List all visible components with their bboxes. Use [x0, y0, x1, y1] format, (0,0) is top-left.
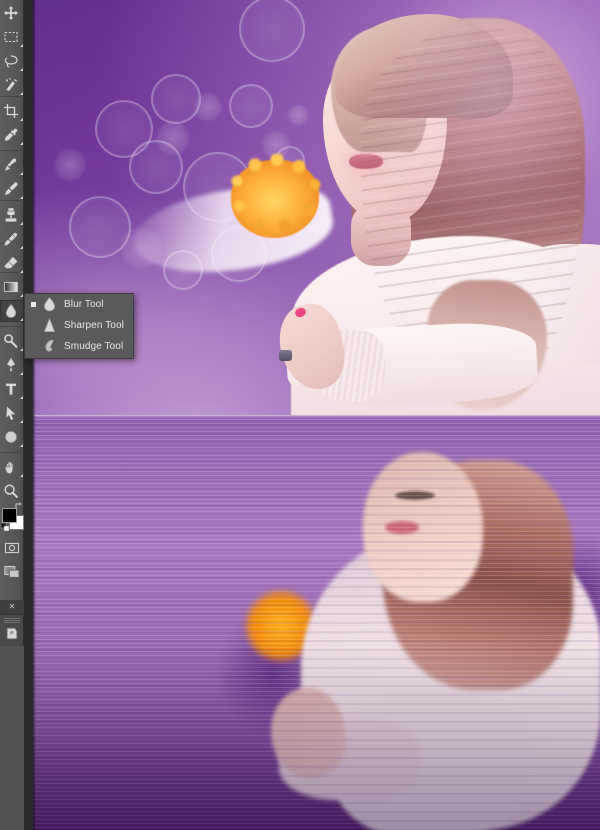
- foreground-color-swatch[interactable]: [2, 508, 17, 523]
- tool-brush-tool[interactable]: [0, 178, 24, 200]
- tool-crop-tool[interactable]: [0, 100, 24, 122]
- tool-clone-stamp-tool[interactable]: [0, 204, 24, 226]
- pen-icon: [7, 358, 15, 372]
- quick-mask-icon: [4, 542, 20, 554]
- tool-hand-tool[interactable]: [0, 456, 24, 478]
- flyout-corner-icon: [20, 270, 23, 273]
- collapsed-panel-dock[interactable]: ✕: [0, 600, 24, 830]
- tool-dodge-tool[interactable]: [0, 330, 24, 352]
- toolbar-separator: [0, 150, 24, 151]
- toolbar-separator: [0, 326, 24, 327]
- flyout-item-label: Blur Tool: [64, 299, 104, 310]
- toolbar-separator: [0, 96, 24, 97]
- flyout-corner-icon: [20, 92, 23, 95]
- flyout-corner-icon: [20, 474, 23, 477]
- clone-stamp-icon: [5, 208, 17, 222]
- flyout-item-smudge-tool[interactable]: Smudge Tool: [25, 336, 133, 357]
- flyout-corner-icon: [20, 196, 23, 199]
- flyout-corner-icon: [20, 172, 23, 175]
- sharpen-triangle-icon: [43, 317, 56, 332]
- color-swatches[interactable]: [1, 502, 24, 532]
- flyout-corner-icon: [20, 396, 23, 399]
- flyout-corner-icon: [20, 420, 23, 423]
- flyout-corner-icon: [20, 444, 23, 447]
- dock-body: [0, 646, 24, 830]
- tool-gradient-tool[interactable]: [0, 276, 24, 298]
- rectangular-marquee-icon: [4, 31, 18, 43]
- flyout-item-label: Sharpen Tool: [64, 320, 124, 331]
- image-canvas[interactable]: [33, 0, 600, 830]
- dock-header[interactable]: ✕: [0, 600, 24, 615]
- hand-icon: [5, 461, 13, 474]
- tool-blur-tool[interactable]: [0, 300, 24, 322]
- flyout-corner-icon: [20, 118, 23, 121]
- history-brush-icon: [4, 232, 18, 246]
- photoshop-window: ✕ Blur Tool Sharpen Tool Smudge Tool: [0, 0, 600, 830]
- flyout-corner-icon: [20, 372, 23, 375]
- tool-history-brush-tool[interactable]: [0, 228, 24, 250]
- move-icon: [4, 6, 18, 20]
- reflection-eye: [395, 491, 435, 500]
- tool-rectangular-marquee-tool[interactable]: [0, 26, 24, 48]
- tool-pen-tool[interactable]: [0, 354, 24, 376]
- blur-icon: [5, 303, 17, 318]
- quick-selection-icon: [6, 78, 18, 91]
- color-panel-icon[interactable]: [4, 626, 20, 642]
- flyout-corner-icon: [20, 246, 23, 249]
- default-colors-icon[interactable]: [1, 523, 9, 531]
- tool-eyedropper-tool[interactable]: [0, 124, 24, 146]
- screen-mode-toggle[interactable]: [0, 562, 24, 582]
- tool-quick-selection-tool[interactable]: [0, 74, 24, 96]
- screen-mode-icon: [4, 566, 20, 578]
- dock-grip-handle[interactable]: [4, 617, 20, 623]
- reflection-lips: [385, 521, 419, 534]
- zoom-icon: [4, 484, 19, 499]
- tool-ellipse-tool[interactable]: [0, 426, 24, 448]
- flyout-corner-icon: [20, 348, 23, 351]
- flyout-corner-icon: [20, 222, 23, 225]
- path-selection-icon: [6, 406, 16, 420]
- reflection-face: [363, 452, 483, 602]
- quick-mask-toggle[interactable]: [0, 538, 24, 558]
- flyout-corner-icon: [20, 294, 23, 297]
- tool-spot-healing-brush-tool[interactable]: [0, 154, 24, 176]
- blur-tool-flyout-menu[interactable]: Blur Tool Sharpen Tool Smudge Tool: [24, 293, 134, 359]
- tool-zoom-tool[interactable]: [0, 480, 24, 502]
- eraser-icon: [4, 256, 18, 269]
- toolbar-column: ✕: [0, 0, 33, 830]
- smudge-finger-icon: [45, 339, 54, 352]
- water-reflection: [33, 415, 600, 830]
- crop-icon: [4, 104, 18, 118]
- tool-horizontal-type-tool[interactable]: [0, 378, 24, 400]
- horizontal-type-icon: [6, 383, 16, 395]
- reflection-mirror: [33, 415, 600, 830]
- flyout-corner-icon: [20, 142, 23, 145]
- canvas-left-edge-shadow: [33, 0, 36, 830]
- close-icon[interactable]: ✕: [8, 603, 16, 611]
- lasso-icon: [4, 55, 18, 68]
- flyout-corner-icon: [20, 44, 23, 47]
- tool-path-selection-tool[interactable]: [0, 402, 24, 424]
- tool-move-tool[interactable]: [0, 2, 24, 24]
- tool-eraser-tool[interactable]: [0, 252, 24, 274]
- toolbar-separator: [0, 200, 24, 201]
- flyout-item-sharpen-tool[interactable]: Sharpen Tool: [25, 315, 133, 336]
- waterline: [33, 415, 600, 418]
- spot-healing-brush-icon: [5, 158, 17, 171]
- selected-bullet-icon: [31, 302, 36, 307]
- canvas-area[interactable]: [33, 0, 600, 830]
- blur-teardrop-icon: [44, 297, 55, 312]
- flyout-corner-icon: [20, 318, 23, 321]
- dodge-icon: [4, 334, 18, 349]
- flyout-item-blur-tool[interactable]: Blur Tool: [25, 294, 133, 315]
- gradient-icon: [4, 281, 18, 293]
- tool-lasso-tool[interactable]: [0, 50, 24, 72]
- toolbar-separator: [0, 452, 24, 453]
- flyout-item-label: Smudge Tool: [64, 341, 124, 352]
- ellipse-icon: [5, 431, 17, 443]
- brush-icon: [5, 182, 18, 195]
- flyout-corner-icon: [20, 68, 23, 71]
- eyedropper-icon: [5, 128, 18, 141]
